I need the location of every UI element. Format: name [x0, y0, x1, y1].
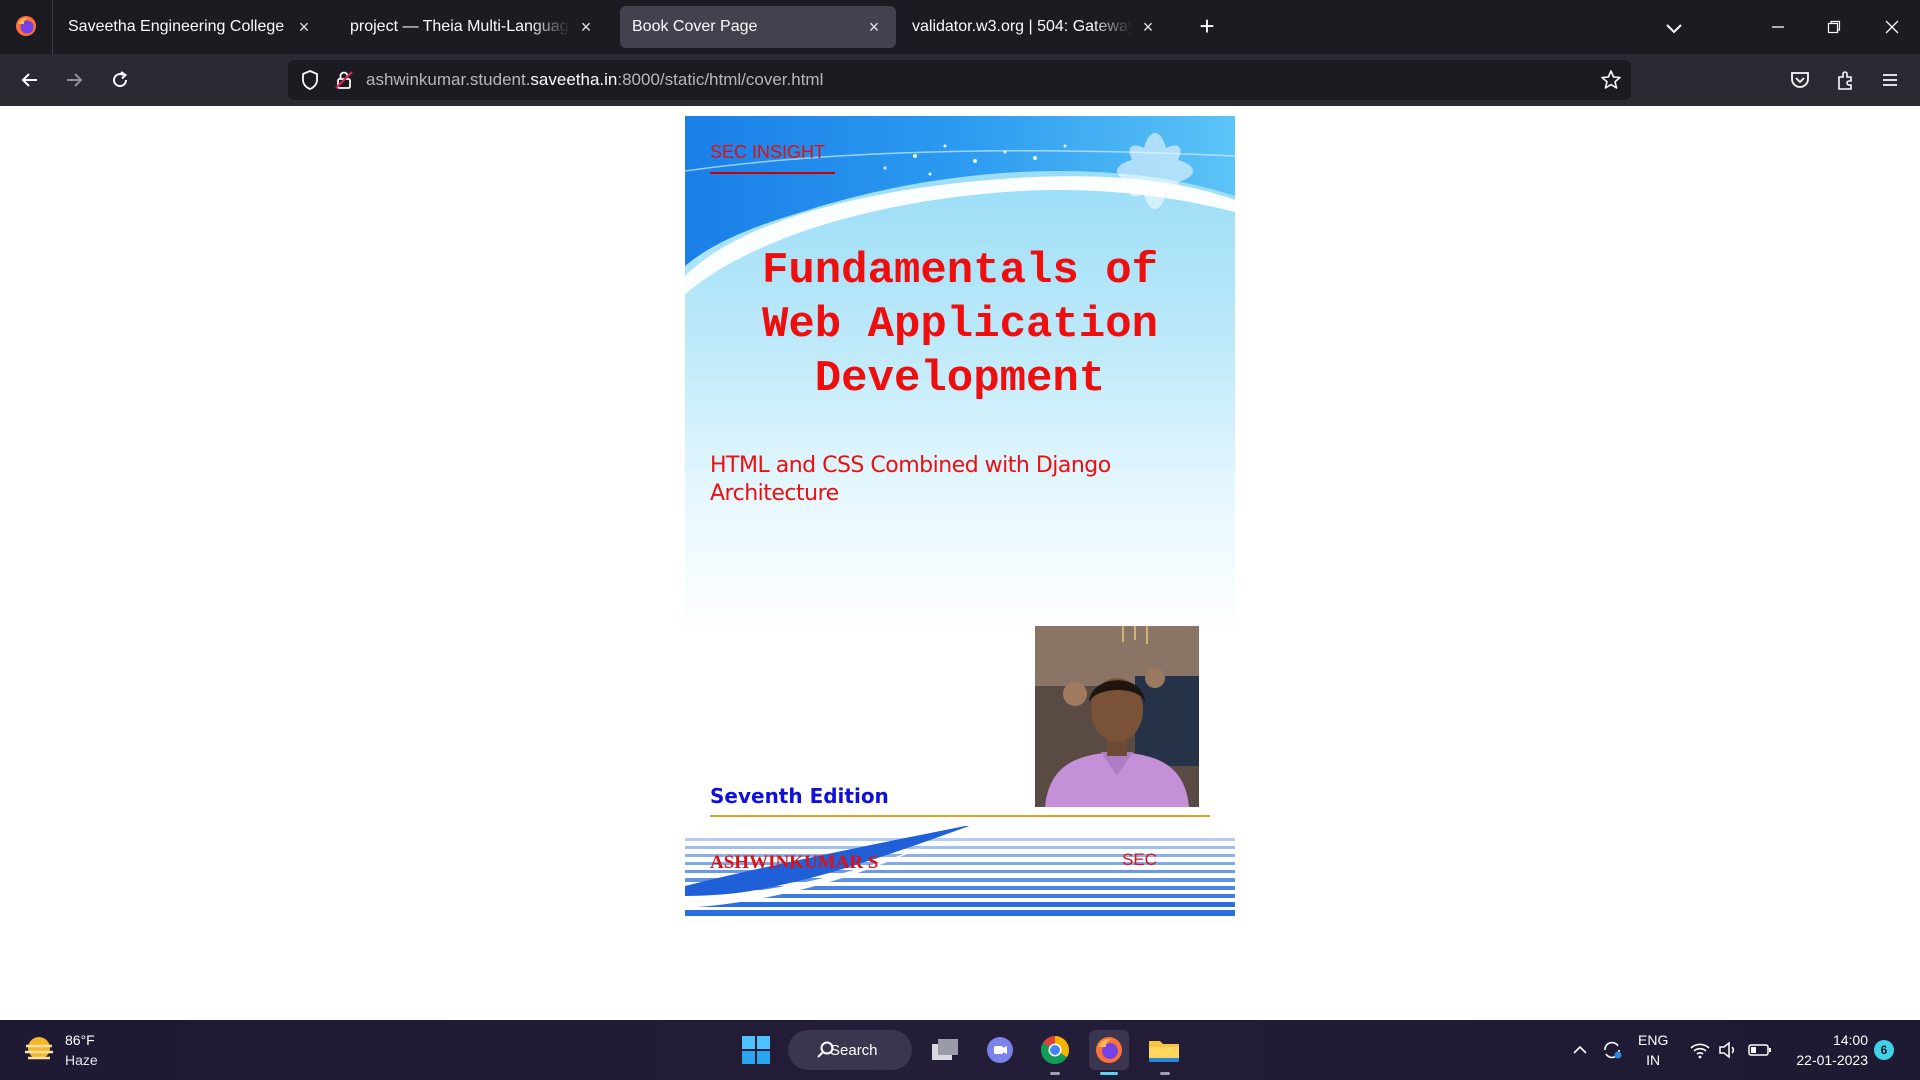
book-subtitle: HTML and CSS Combined with Django Archit… [710, 452, 1130, 508]
book-title-line: Fundamentals of [761, 246, 1159, 296]
forward-icon[interactable] [58, 64, 90, 96]
clock-time: 14:00 [1832, 1032, 1868, 1048]
book-title-line: Development [814, 354, 1106, 404]
edition-label: Seventh Edition [710, 784, 889, 808]
book-title: Fundamentals of Web Application Developm… [705, 244, 1215, 406]
system-clock[interactable]: 14:00 22-01-2023 [1788, 1030, 1868, 1070]
url-path: :8000/static/html/cover.html [617, 70, 824, 89]
close-icon[interactable]: × [1138, 17, 1158, 37]
haze-weather-icon[interactable] [22, 1034, 56, 1066]
navigation-toolbar: ashwinkumar.student.saveetha.in:8000/sta… [0, 54, 1920, 106]
book-subtitle-line: Architecture [710, 481, 839, 506]
task-view-icon[interactable] [925, 1030, 965, 1070]
clock-date: 22-01-2023 [1796, 1052, 1868, 1068]
tab-title: validator.w3.org | 504: Gateway time [912, 18, 1132, 35]
notification-badge[interactable]: 6 [1874, 1040, 1894, 1060]
tab-project-theia[interactable]: project — Theia Multi-Language Ex × [338, 6, 608, 48]
close-icon[interactable]: × [864, 17, 884, 37]
teams-chat-icon[interactable] [980, 1030, 1020, 1070]
sync-icon[interactable] [1600, 1038, 1624, 1062]
region-code: IN [1646, 1052, 1661, 1068]
firefox-view-icon[interactable] [12, 12, 40, 40]
restore-icon[interactable] [1814, 12, 1854, 42]
running-indicator [1050, 1072, 1060, 1075]
wifi-icon[interactable] [1688, 1038, 1712, 1062]
pocket-icon[interactable] [1784, 64, 1816, 96]
extensions-icon[interactable] [1830, 64, 1862, 96]
address-bar[interactable]: ashwinkumar.student.saveetha.in:8000/sta… [288, 60, 1631, 100]
publisher-label: SEC [1122, 850, 1157, 869]
volume-icon[interactable] [1716, 1038, 1740, 1062]
browser-tab-bar: Saveetha Engineering College × project —… [0, 0, 1920, 54]
tab-divider [52, 0, 53, 54]
insecure-lock-icon[interactable] [332, 68, 356, 92]
input-language-indicator[interactable]: ENG IN [1638, 1030, 1668, 1070]
url-text[interactable]: ashwinkumar.student.saveetha.in:8000/sta… [366, 70, 823, 90]
windows-taskbar: 86°F Haze Search ENG IN 14:00 22-01-2023… [0, 1020, 1920, 1080]
tab-validator[interactable]: validator.w3.org | 504: Gateway time × [900, 6, 1170, 48]
file-explorer-icon[interactable] [1144, 1030, 1184, 1070]
brand-label: SEC INSIGHT [710, 142, 826, 162]
menu-icon[interactable] [1874, 64, 1906, 96]
url-prefix: ashwinkumar.student. [366, 70, 531, 89]
windows-start-icon[interactable] [736, 1030, 776, 1070]
battery-icon[interactable] [1748, 1038, 1772, 1062]
close-icon[interactable]: × [576, 17, 596, 37]
close-icon[interactable]: × [294, 17, 314, 37]
search-icon [817, 1041, 834, 1058]
tab-title: Book Cover Page [632, 18, 758, 35]
weather-condition[interactable]: Haze [65, 1052, 98, 1068]
book-subtitle-line: HTML and CSS Combined with Django [710, 453, 1111, 478]
show-hidden-icons-chevron-icon[interactable] [1568, 1038, 1592, 1062]
tracking-protection-shield-icon[interactable] [298, 68, 322, 92]
running-indicator [1160, 1072, 1170, 1075]
list-all-tabs-icon[interactable] [1660, 14, 1688, 42]
back-icon[interactable] [14, 64, 46, 96]
language-code: ENG [1638, 1032, 1669, 1048]
url-host: saveetha.in [530, 70, 618, 89]
tab-title: project — Theia Multi-Language Ex [350, 18, 570, 35]
tab-book-cover[interactable]: Book Cover Page × [620, 6, 896, 48]
chrome-icon[interactable] [1035, 1030, 1075, 1070]
minimize-icon[interactable] [1758, 12, 1798, 42]
reload-icon[interactable] [104, 64, 136, 96]
author-photo [1035, 626, 1199, 807]
active-indicator [1100, 1072, 1118, 1075]
taskbar-search-button[interactable]: Search [788, 1030, 912, 1070]
close-window-icon[interactable] [1872, 12, 1912, 42]
weather-temperature[interactable]: 86°F [65, 1032, 95, 1048]
tab-title: Saveetha Engineering College [68, 18, 285, 35]
brand-underline [710, 172, 835, 174]
new-tab-button[interactable]: + [1192, 12, 1222, 42]
book-cover: SEC INSIGHT Fundamentals of Web Applicat… [685, 116, 1235, 916]
tab-saveetha[interactable]: Saveetha Engineering College × [56, 6, 326, 48]
firefox-taskbar-icon[interactable] [1089, 1030, 1129, 1070]
edition-rule [710, 815, 1210, 817]
search-label: Search [830, 1041, 878, 1059]
author-name: ASHWINKUMAR S [710, 852, 879, 873]
bookmark-star-icon[interactable] [1599, 68, 1623, 92]
book-title-line: Web Application [761, 300, 1159, 350]
